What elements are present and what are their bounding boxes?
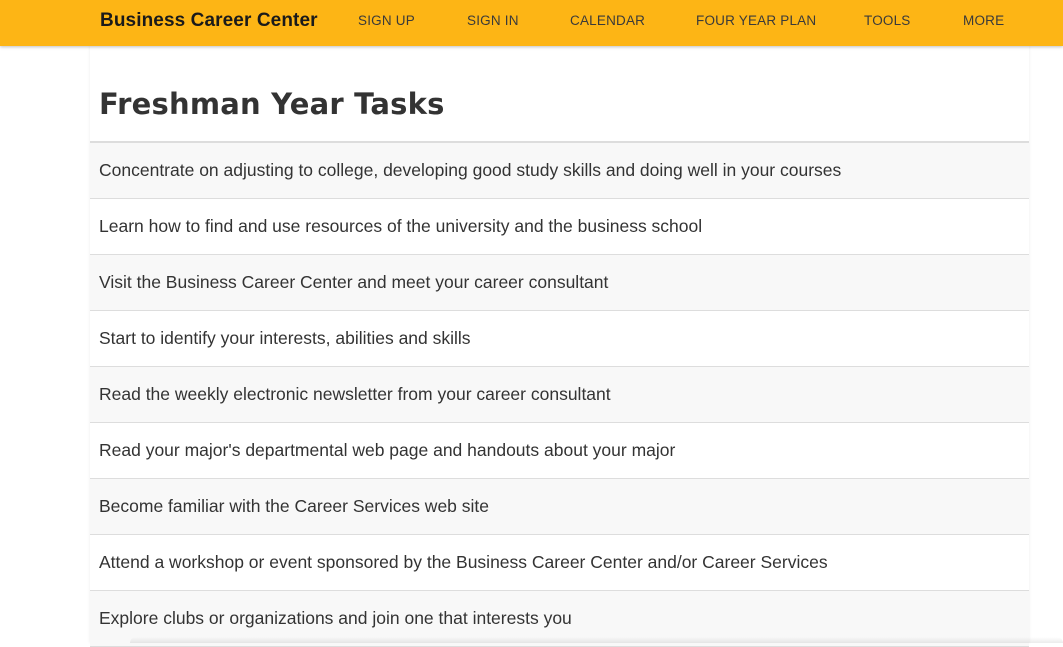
nav-sign-up[interactable]: SIGN UP: [358, 13, 415, 28]
task-item: Read your major's departmental web page …: [90, 423, 1029, 479]
main-content: Freshman Year Tasks Concentrate on adjus…: [90, 46, 1029, 643]
task-item: Become familiar with the Career Services…: [90, 479, 1029, 535]
task-text: Concentrate on adjusting to college, dev…: [99, 160, 841, 181]
task-item: Concentrate on adjusting to college, dev…: [90, 143, 1029, 199]
top-navbar: Business Career Center SIGN UP SIGN IN C…: [0, 0, 1063, 46]
bottom-shadow: [130, 637, 1063, 643]
nav-tools[interactable]: TOOLS: [864, 13, 911, 28]
task-text: Become familiar with the Career Services…: [99, 496, 489, 517]
brand-link[interactable]: Business Career Center: [100, 10, 318, 32]
task-text: Start to identify your interests, abilit…: [99, 328, 471, 349]
task-item: Read the weekly electronic newsletter fr…: [90, 367, 1029, 423]
nav-sign-in[interactable]: SIGN IN: [467, 13, 519, 28]
task-item: Attend a workshop or event sponsored by …: [90, 535, 1029, 591]
task-item: Visit the Business Career Center and mee…: [90, 255, 1029, 311]
task-text: Visit the Business Career Center and mee…: [99, 272, 608, 293]
nav-calendar[interactable]: CALENDAR: [570, 13, 645, 28]
task-text: Learn how to find and use resources of t…: [99, 216, 702, 237]
task-item: Start to identify your interests, abilit…: [90, 311, 1029, 367]
nav-four-year-plan[interactable]: FOUR YEAR PLAN: [696, 13, 816, 28]
nav-more[interactable]: MORE: [963, 13, 1004, 28]
task-text: Read your major's departmental web page …: [99, 440, 675, 461]
page-title: Freshman Year Tasks: [99, 87, 445, 121]
task-text: Explore clubs or organizations and join …: [99, 608, 572, 629]
task-list: Concentrate on adjusting to college, dev…: [90, 141, 1029, 647]
task-item: Learn how to find and use resources of t…: [90, 199, 1029, 255]
task-text: Read the weekly electronic newsletter fr…: [99, 384, 611, 405]
task-text: Attend a workshop or event sponsored by …: [99, 552, 828, 573]
